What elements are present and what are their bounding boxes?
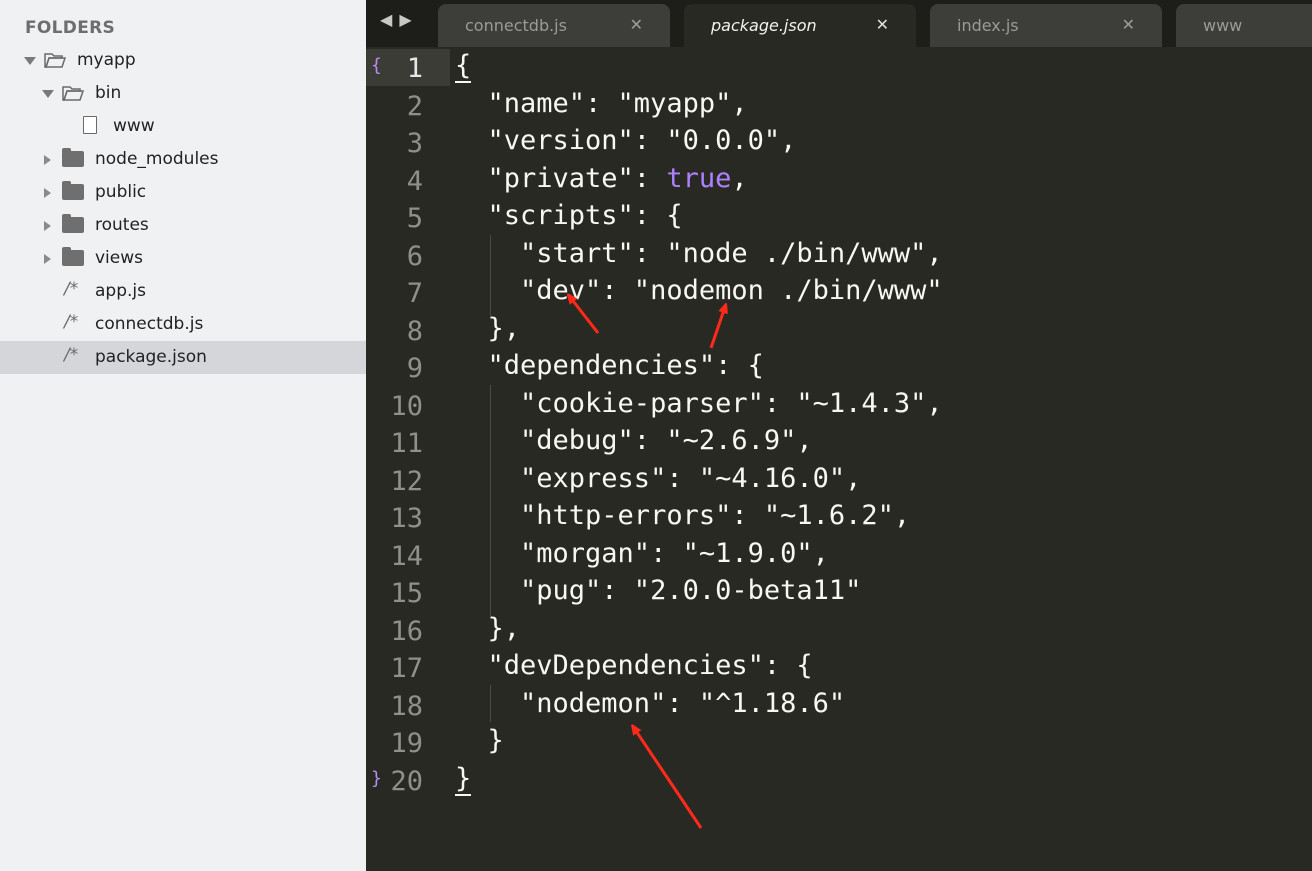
annotation-arrows [0, 0, 1312, 829]
arrow-to-dev [570, 297, 600, 334]
arrow-to-nodemon-devdependency [634, 728, 703, 829]
arrow-to-nodemon-script [709, 307, 725, 349]
